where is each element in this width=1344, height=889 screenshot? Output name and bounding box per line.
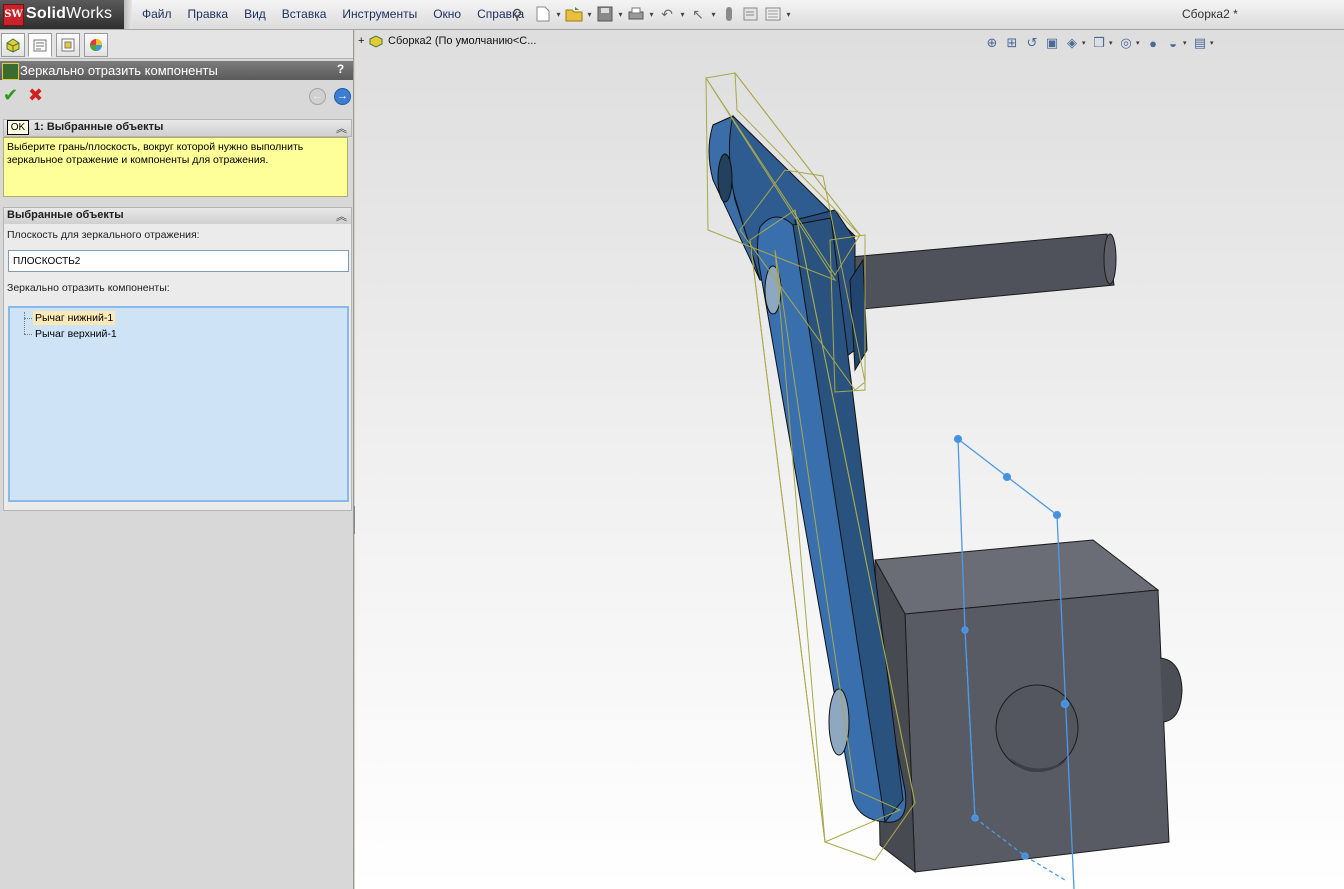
- zoom-to-fit-icon[interactable]: ⊕: [982, 34, 1002, 52]
- save-icon[interactable]: [594, 4, 616, 24]
- menu-insert[interactable]: Вставка: [274, 0, 335, 29]
- graphics-viewport[interactable]: + Сборка2 (По умолчанию<С... ⊕ ⊞ ↺ ▣ ◈ ▾ …: [355, 30, 1344, 889]
- components-label: Зеркально отразить компоненты:: [7, 282, 170, 294]
- new-dropdown-icon[interactable]: ▾: [554, 10, 563, 19]
- menu-help[interactable]: Справка: [469, 0, 532, 29]
- rebuild-icon[interactable]: [718, 4, 740, 24]
- view-settings-icon[interactable]: ▤: [1190, 34, 1210, 52]
- print-icon[interactable]: [625, 4, 647, 24]
- zoom-to-area-icon[interactable]: ⊞: [1002, 34, 1022, 52]
- shaft[interactable]: [849, 233, 1117, 311]
- hide-show-dropdown-icon[interactable]: ▾: [1136, 39, 1143, 47]
- file-properties-icon[interactable]: [740, 4, 762, 24]
- scene-dropdown-icon[interactable]: ▾: [1183, 39, 1190, 47]
- open-dropdown-icon[interactable]: ▾: [585, 10, 594, 19]
- solidworks-mark-icon: SW: [3, 4, 24, 26]
- mirror-plane-field[interactable]: ПЛОСКОСТЬ2: [8, 250, 349, 272]
- view-orientation-dropdown-icon[interactable]: ▾: [1082, 39, 1089, 47]
- property-manager-tab[interactable]: [28, 33, 52, 57]
- menu-window[interactable]: Окно: [425, 0, 469, 29]
- previous-view-icon[interactable]: ↺: [1022, 34, 1042, 52]
- hide-show-items-icon[interactable]: ◎: [1116, 34, 1136, 52]
- collapse-chevron-icon[interactable]: ︽: [336, 208, 347, 224]
- ok-tooltip: OK: [7, 120, 29, 135]
- feature-manager-tab[interactable]: [1, 33, 25, 57]
- print-dropdown-icon[interactable]: ▾: [647, 10, 656, 19]
- tree-connector: [24, 334, 32, 335]
- step-group-title: 1: Выбранные объекты: [34, 121, 164, 133]
- main-menu: Файл Правка Вид Вставка Инструменты Окно…: [134, 0, 532, 29]
- menu-tools[interactable]: Инструменты: [334, 0, 425, 29]
- help-button[interactable]: ?: [333, 62, 348, 78]
- selections-group-body: Плоскость для зеркального отражения: ПЛО…: [3, 224, 352, 511]
- components-list[interactable]: Рычаг нижний-1 Рычаг верхний-1: [8, 306, 349, 502]
- view-orientation-icon[interactable]: ◈: [1062, 34, 1082, 52]
- title-menu-bar: SW SolidWorks Файл Правка Вид Вставка Ин…: [0, 0, 1344, 30]
- section-view-icon[interactable]: ▣: [1042, 34, 1062, 52]
- cancel-x-button[interactable]: ✖: [28, 85, 46, 105]
- configuration-manager-tab[interactable]: [56, 33, 80, 57]
- tree-connector: [24, 318, 32, 319]
- ok-check-button[interactable]: ✔: [3, 85, 21, 105]
- mirror-plane-label: Плоскость для зеркального отражения:: [7, 229, 200, 241]
- menu-file[interactable]: Файл: [134, 0, 180, 29]
- display-style-icon[interactable]: ❒: [1089, 34, 1109, 52]
- view-settings-dropdown-icon[interactable]: ▾: [1210, 39, 1217, 47]
- select-pointer-icon[interactable]: ↖: [687, 4, 709, 24]
- undo-icon[interactable]: ↶: [656, 4, 678, 24]
- list-item[interactable]: Рычаг верхний-1: [33, 327, 119, 341]
- collapse-chevron-icon[interactable]: ︽: [336, 120, 347, 136]
- menu-expand-arrow[interactable]: [124, 0, 132, 29]
- next-step-button[interactable]: →: [334, 88, 351, 105]
- appearance-manager-tab[interactable]: [84, 33, 108, 57]
- property-manager-panel: Зеркально отразить компоненты ? ✔ ✖ ← → …: [0, 30, 354, 889]
- select-dropdown-icon[interactable]: ▾: [709, 10, 718, 19]
- undo-dropdown-icon[interactable]: ▾: [678, 10, 687, 19]
- base-block[interactable]: [874, 539, 1183, 874]
- property-manager-title: Зеркально отразить компоненты: [20, 63, 218, 78]
- selections-group-header[interactable]: Выбранные объекты ︽: [3, 207, 352, 225]
- options-dropdown-icon[interactable]: ▾: [784, 10, 793, 19]
- step-group-header[interactable]: 1: Выбранные объекты ︽: [3, 119, 352, 137]
- property-manager-header: Зеркально отразить компоненты ?: [0, 61, 353, 80]
- property-manager-actions: ✔ ✖ ← →: [0, 83, 353, 109]
- feature-tree-flyout[interactable]: + Сборка2 (По умолчанию<С...: [358, 33, 536, 49]
- solidworks-wordmark: SolidWorks: [26, 5, 113, 22]
- open-folder-icon[interactable]: [563, 4, 585, 24]
- new-document-icon[interactable]: [532, 4, 554, 24]
- display-style-dropdown-icon[interactable]: ▾: [1109, 39, 1116, 47]
- document-title: Сборка2 *: [1182, 7, 1238, 21]
- menu-view[interactable]: Вид: [236, 0, 274, 29]
- assembly-3d-scene[interactable]: [355, 30, 1344, 889]
- save-dropdown-icon[interactable]: ▾: [616, 10, 625, 19]
- options-icon[interactable]: [762, 4, 784, 24]
- assembly-icon: [368, 34, 384, 48]
- standard-toolbar: ▾ ▾ ▾ ▾ ↶ ▾ ↖ ▾ ▾: [532, 3, 793, 25]
- assembly-name: Сборка2 (По умолчанию<С...: [388, 35, 537, 47]
- previous-step-button[interactable]: ←: [309, 88, 326, 105]
- selections-group-title: Выбранные объекты: [7, 209, 124, 221]
- instruction-message: Выберите грань/плоскость, вокруг которой…: [3, 137, 348, 197]
- pin-menu-icon[interactable]: ⚲: [512, 6, 522, 23]
- heads-up-view-toolbar: ⊕ ⊞ ↺ ▣ ◈ ▾ ❒ ▾ ◎ ▾ ● ◒ ▾ ▤ ▾: [982, 34, 1217, 52]
- solidworks-logo[interactable]: SW SolidWorks: [0, 0, 124, 29]
- list-item[interactable]: Рычаг нижний-1: [33, 311, 116, 325]
- manager-tabs: [0, 30, 353, 59]
- menu-edit[interactable]: Правка: [180, 0, 237, 29]
- mirror-components-icon: [2, 63, 19, 80]
- expand-plus-icon[interactable]: +: [358, 35, 368, 47]
- edit-appearance-icon[interactable]: ●: [1143, 34, 1163, 52]
- tree-connector: [24, 312, 25, 334]
- apply-scene-icon[interactable]: ◒: [1163, 34, 1183, 52]
